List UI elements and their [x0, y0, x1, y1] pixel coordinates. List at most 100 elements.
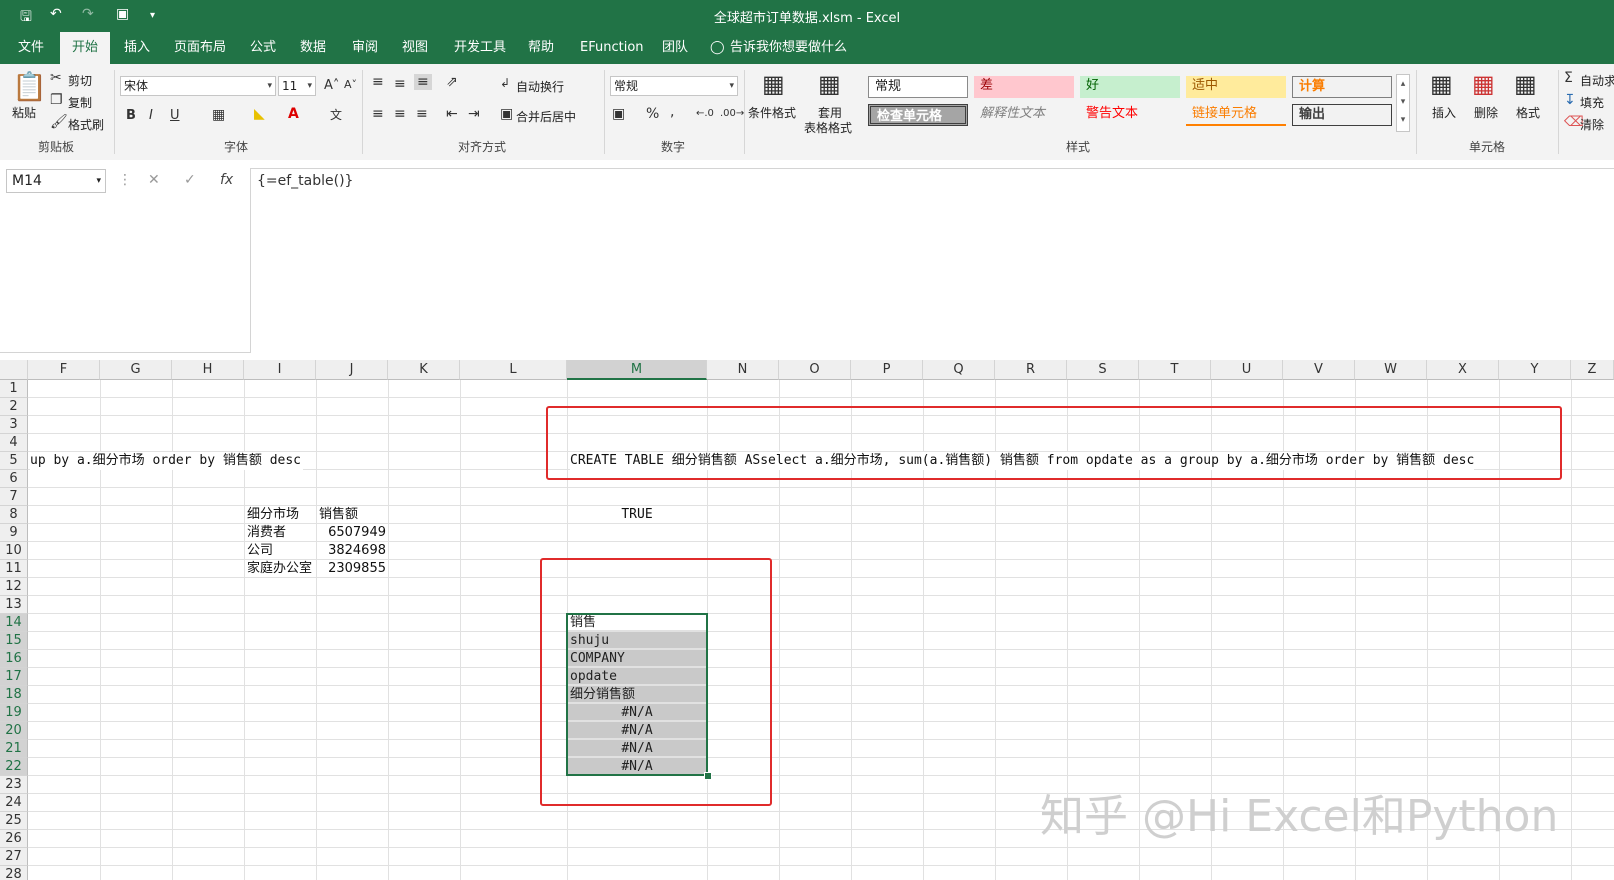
row-header[interactable]: 18 [0, 686, 28, 704]
table-cell[interactable]: 消费者 [247, 524, 315, 542]
row-header[interactable]: 4 [0, 434, 28, 452]
conditional-format-button[interactable]: 条件格式 [748, 104, 796, 121]
row-header[interactable]: 16 [0, 650, 28, 668]
grow-font-icon[interactable]: A˄ [324, 78, 339, 93]
number-format-combo[interactable]: 常规 ▾ [610, 76, 738, 96]
underline-icon[interactable]: U [170, 108, 180, 123]
column-header-m[interactable]: M [567, 360, 707, 380]
formula-input[interactable]: {=ef_table()} [250, 168, 1614, 353]
table-cell[interactable]: 2309855 [316, 560, 386, 578]
font-size-combo[interactable]: 11 ▾ [278, 76, 316, 96]
align-middle-icon[interactable]: ≡ [394, 76, 406, 92]
cell-f5-sql-tail[interactable]: up by a.细分市场 order by 销售额 desc [30, 452, 304, 470]
table-cell[interactable]: 公司 [247, 542, 315, 560]
column-header-n[interactable]: N [707, 360, 779, 380]
column-header-g[interactable]: G [100, 360, 172, 380]
cancel-icon[interactable]: ✕ [148, 172, 160, 188]
tab-efunction[interactable]: EFunction [578, 32, 646, 64]
row-header[interactable]: 9 [0, 524, 28, 542]
format-as-table-button-2[interactable]: 表格格式 [804, 119, 852, 136]
shrink-font-icon[interactable]: A˅ [344, 78, 357, 91]
row-header[interactable]: 23 [0, 776, 28, 794]
row-header[interactable]: 11 [0, 560, 28, 578]
name-box[interactable]: M14 ▾ [6, 169, 106, 193]
table-cell[interactable]: 3824698 [316, 542, 386, 560]
tab-help[interactable]: 帮助 [526, 32, 556, 64]
align-center-icon[interactable]: ≡ [394, 106, 406, 122]
table-header-sales[interactable]: 销售额 [319, 506, 358, 524]
row-header[interactable]: 25 [0, 812, 28, 830]
align-right-icon[interactable]: ≡ [416, 106, 428, 122]
column-header-k[interactable]: K [388, 360, 460, 380]
row-header[interactable]: 26 [0, 830, 28, 848]
style-normal[interactable]: 常规 [868, 76, 968, 98]
tab-page-layout[interactable]: 页面布局 [172, 32, 228, 64]
align-top-icon[interactable]: ≡ [372, 74, 384, 90]
column-header-h[interactable]: H [172, 360, 244, 380]
row-header[interactable]: 17 [0, 668, 28, 686]
row-header[interactable]: 22 [0, 758, 28, 776]
column-header-q[interactable]: Q [923, 360, 995, 380]
wrap-text-button[interactable]: 自动换行 [516, 78, 564, 95]
table-header-segment[interactable]: 细分市场 [247, 506, 299, 524]
more-options-icon[interactable]: ⋮ [118, 172, 132, 188]
font-color-icon[interactable]: A [288, 106, 299, 122]
row-header[interactable]: 27 [0, 848, 28, 866]
decrease-decimal-icon[interactable]: .00→ [720, 108, 744, 119]
column-header-t[interactable]: T [1139, 360, 1211, 380]
enter-icon[interactable]: ✓ [184, 172, 196, 188]
tab-developer[interactable]: 开发工具 [452, 32, 508, 64]
style-good[interactable]: 好 [1080, 76, 1180, 98]
phonetic-icon[interactable]: 文 [330, 106, 342, 123]
select-all-corner[interactable] [0, 360, 28, 380]
fill-color-icon[interactable]: ◣ [254, 106, 265, 122]
style-explanatory[interactable]: 解释性文本 [974, 104, 1074, 126]
tab-file[interactable]: 文件 [16, 32, 46, 64]
borders-icon[interactable]: ▦ [212, 107, 225, 123]
style-output[interactable]: 输出 [1292, 104, 1392, 126]
align-bottom-icon[interactable]: ≡ [414, 74, 432, 90]
tell-me-search[interactable]: 告诉我你想要做什么 [728, 32, 849, 64]
row-header[interactable]: 15 [0, 632, 28, 650]
tab-home[interactable]: 开始 [60, 32, 111, 64]
copy-button[interactable]: 复制 [68, 94, 92, 111]
tab-review[interactable]: 审阅 [350, 32, 380, 64]
row-header[interactable]: 8 [0, 506, 28, 524]
table-cell[interactable]: 6507949 [316, 524, 386, 542]
comma-style-icon[interactable]: , [670, 104, 674, 120]
row-header[interactable]: 2 [0, 398, 28, 416]
row-header[interactable]: 7 [0, 488, 28, 506]
style-check-cell[interactable]: 检查单元格 [868, 104, 968, 126]
tab-data[interactable]: 数据 [298, 32, 328, 64]
italic-icon[interactable]: I [149, 108, 153, 123]
row-header[interactable]: 24 [0, 794, 28, 812]
tab-view[interactable]: 视图 [400, 32, 430, 64]
increase-decimal-icon[interactable]: ←.0 [696, 108, 714, 119]
clear-button[interactable]: 清除 [1580, 116, 1604, 133]
paste-icon[interactable]: 📋 [12, 70, 47, 103]
column-header-s[interactable]: S [1067, 360, 1139, 380]
bold-icon[interactable]: B [126, 108, 136, 123]
column-header-j[interactable]: J [316, 360, 388, 380]
increase-indent-icon[interactable]: ⇥ [468, 106, 480, 122]
tab-insert[interactable]: 插入 [122, 32, 152, 64]
column-header-y[interactable]: Y [1499, 360, 1571, 380]
align-left-icon[interactable]: ≡ [372, 106, 384, 122]
paste-button[interactable]: 粘贴 [12, 104, 36, 121]
column-header-i[interactable]: I [244, 360, 316, 380]
styles-scroll[interactable]: ▴ ▾ ▾ [1396, 74, 1410, 132]
insert-cells-button[interactable]: 插入 [1432, 104, 1456, 121]
column-header-u[interactable]: U [1211, 360, 1283, 380]
decrease-indent-icon[interactable]: ⇤ [446, 106, 458, 122]
style-calculation[interactable]: 计算 [1292, 76, 1392, 98]
format-cells-button[interactable]: 格式 [1516, 104, 1540, 121]
fill-button[interactable]: 填充 [1580, 94, 1604, 111]
row-header[interactable]: 20 [0, 722, 28, 740]
style-bad[interactable]: 差 [974, 76, 1074, 98]
insert-function-icon[interactable]: fx [220, 172, 233, 188]
column-header-f[interactable]: F [28, 360, 100, 380]
column-header-r[interactable]: R [995, 360, 1067, 380]
font-name-combo[interactable]: 宋体 ▾ [120, 76, 276, 96]
style-linked-cell[interactable]: 链接单元格 [1186, 104, 1286, 126]
row-header[interactable]: 6 [0, 470, 28, 488]
